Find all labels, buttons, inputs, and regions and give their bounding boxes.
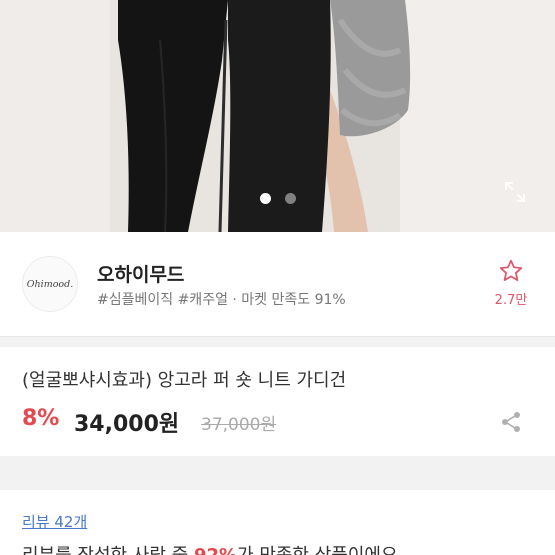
section-divider <box>0 456 555 490</box>
review-satisfaction-summary: 리뷰를 작성한 사람 중 92%가 만족한 상품이에요 <box>22 541 398 555</box>
seller-logo-text: Ohimood. <box>26 278 74 290</box>
share-icon[interactable] <box>499 410 523 434</box>
carousel-dot-active[interactable] <box>259 193 271 204</box>
seller-name[interactable]: 오하이무드 <box>97 260 184 287</box>
seller-tags: #심플베이직 #캐주얼 · 마켓 만족도 91% <box>97 292 346 308</box>
carousel-dot[interactable] <box>284 193 296 204</box>
discount-rate: 8% <box>22 406 60 431</box>
original-price: 37,000원 <box>201 415 277 435</box>
review-summary-suffix: 가 만족한 상품이에요 <box>237 545 397 555</box>
review-summary-prefix: 리뷰를 작성한 사람 중 <box>22 545 194 555</box>
carousel-indicator <box>0 193 555 204</box>
star-outline-icon[interactable] <box>498 258 524 284</box>
like-count: 2.7만 <box>494 293 528 308</box>
review-satisfaction-rate: 92% <box>194 545 237 555</box>
section-divider <box>0 337 555 347</box>
expand-icon[interactable] <box>503 180 527 204</box>
seller-section[interactable]: Ohimood. 오하이무드 #심플베이직 #캐주얼 · 마켓 만족도 91% … <box>0 232 555 337</box>
review-count-link[interactable]: 리뷰 42개 <box>22 511 87 532</box>
product-title: (얼굴뽀샤시효과) 앙고라 퍼 숏 니트 가디건 <box>22 370 347 391</box>
seller-logo[interactable]: Ohimood. <box>22 256 78 312</box>
sale-price: 34,000원 <box>74 412 180 437</box>
product-image-carousel[interactable] <box>0 0 555 232</box>
